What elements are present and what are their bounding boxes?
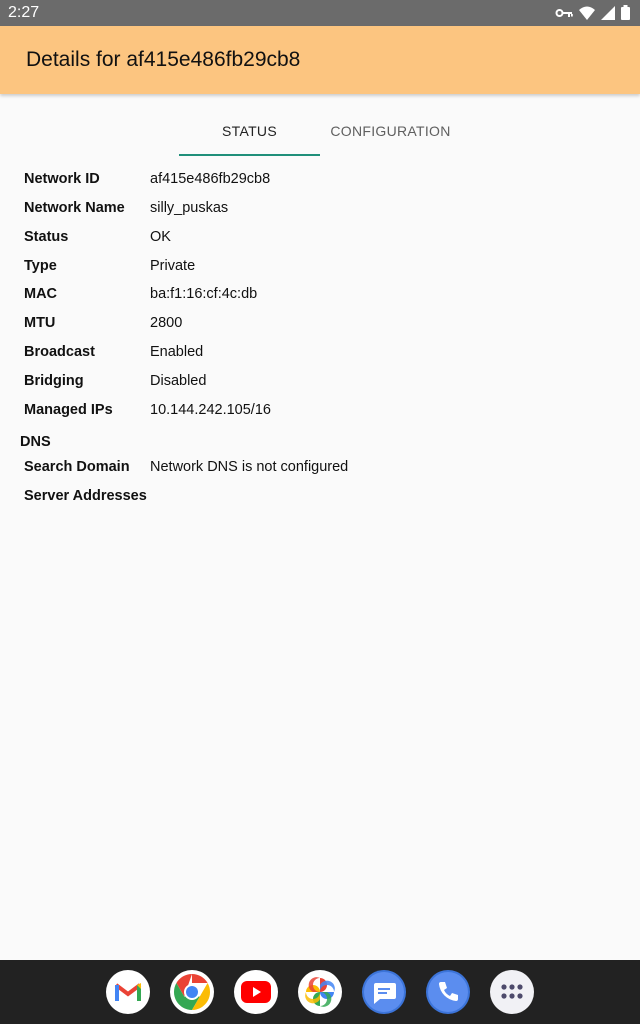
page-title: Details for af415e486fb29cb8 (26, 48, 301, 71)
gmail-icon[interactable] (106, 970, 150, 1014)
chrome-icon[interactable] (170, 970, 214, 1014)
app-bar: Details for af415e486fb29cb8 (0, 26, 640, 94)
tab-bar: STATUS CONFIGURATION (0, 108, 640, 156)
nav-bar (0, 960, 640, 1024)
detail-label: MTU (24, 315, 56, 331)
app-dock (0, 960, 640, 1024)
tab-configuration[interactable]: CONFIGURATION (320, 108, 461, 154)
photos-icon[interactable] (298, 970, 342, 1014)
detail-value: 10.144.242.105/16 (150, 402, 271, 418)
status-bar: 2:27 (0, 0, 640, 26)
detail-value: ba:f1:16:cf:4c:db (150, 286, 258, 302)
detail-value: Enabled (150, 344, 204, 360)
detail-label: Status (24, 229, 69, 245)
detail-label: Network ID (24, 171, 100, 187)
detail-value: OK (150, 229, 171, 245)
wifi-icon (579, 6, 595, 25)
detail-value: af415e486fb29cb8 (150, 171, 271, 187)
detail-label: Type (24, 258, 57, 274)
detail-value: Private (150, 258, 196, 274)
messages-icon[interactable] (362, 970, 406, 1014)
detail-value: 2800 (150, 315, 183, 331)
detail-label: Broadcast (24, 344, 95, 360)
dns-heading: DNS (20, 434, 51, 450)
detail-value: silly_puskas (150, 200, 229, 216)
detail-label: Network Name (24, 200, 125, 216)
status-icons (555, 5, 630, 25)
detail-label: Bridging (24, 373, 84, 389)
detail-label: Search Domain (24, 459, 130, 475)
phone-icon[interactable] (426, 970, 470, 1014)
battery-icon (621, 5, 630, 25)
vpn-key-icon (555, 6, 573, 24)
detail-value: Network DNS is not configured (150, 459, 349, 475)
detail-value: Disabled (150, 373, 207, 389)
youtube-icon[interactable] (234, 970, 278, 1014)
detail-label: MAC (24, 286, 58, 302)
app-drawer-icon[interactable] (490, 970, 534, 1014)
status-time: 2:27 (8, 4, 40, 21)
signal-icon (601, 5, 615, 25)
tab-status[interactable]: STATUS (179, 108, 320, 156)
detail-label: Server Addresses (24, 488, 147, 504)
detail-label: Managed IPs (24, 402, 113, 418)
